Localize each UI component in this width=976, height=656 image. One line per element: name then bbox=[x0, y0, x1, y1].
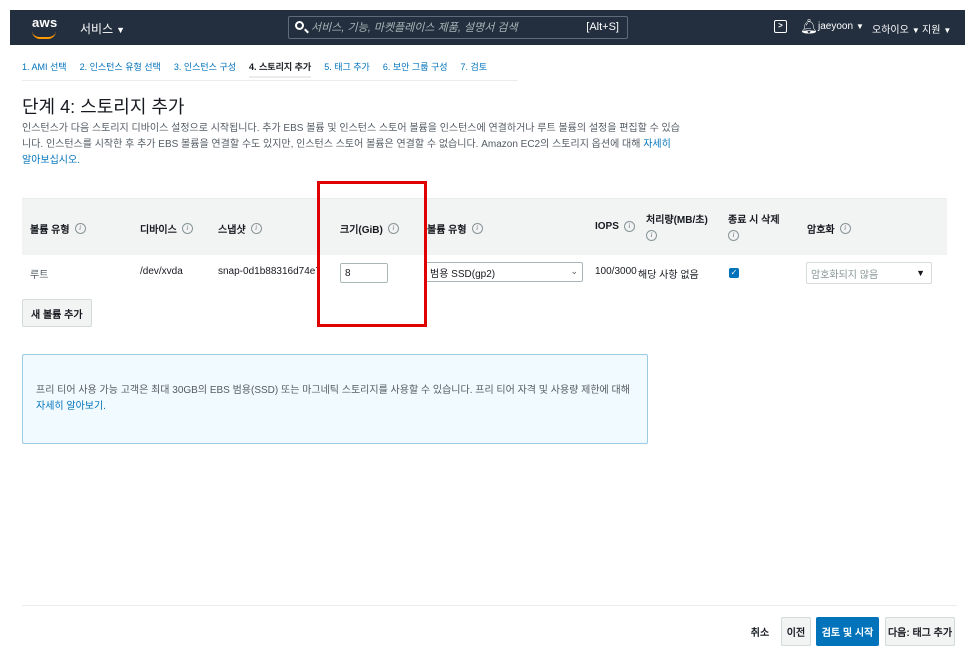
col-size: 크기(GiB) i bbox=[340, 221, 399, 236]
user-label: jaeyoon bbox=[818, 21, 854, 32]
info-icon[interactable]: i bbox=[387, 223, 399, 234]
info-icon[interactable]: i bbox=[646, 230, 657, 241]
col-throughput-label: 처리량(MB/초) bbox=[646, 215, 708, 226]
search-box[interactable]: [Alt+S] bbox=[288, 16, 628, 39]
wizard-steps: 1. AMI 선택 2. 인스턴스 유형 선택 3. 인스턴스 구성 4. 스토… bbox=[22, 56, 500, 78]
support-menu[interactable]: 지원 ▼ bbox=[922, 21, 951, 36]
page-title: 단계 4: 스토리지 추가 bbox=[22, 97, 185, 117]
step-security-group[interactable]: 6. 보안 그룹 구성 bbox=[383, 56, 448, 78]
col-snapshot-label: 스냅샷 bbox=[218, 225, 246, 236]
caret-down-icon: ▼ bbox=[916, 268, 925, 278]
col-device: 디바이스 i bbox=[140, 221, 193, 236]
size-input[interactable] bbox=[340, 263, 388, 283]
next-add-tags-button[interactable]: 다음: 태그 추가 bbox=[885, 617, 955, 646]
cell-volume-type: 루트 bbox=[30, 270, 49, 281]
col-throughput: 처리량(MB/초) i bbox=[646, 211, 708, 241]
step-ami[interactable]: 1. AMI 선택 bbox=[22, 56, 67, 78]
col-volume-type-label: 볼륨 유형 bbox=[30, 225, 70, 236]
services-menu[interactable]: 서비스 ▼ bbox=[80, 20, 125, 37]
info-icon[interactable]: i bbox=[181, 223, 193, 234]
cloudshell-icon[interactable]: > bbox=[774, 20, 787, 33]
previous-button[interactable]: 이전 bbox=[781, 617, 811, 646]
cancel-button[interactable]: 취소 bbox=[745, 617, 775, 646]
delete-on-termination-checkbox[interactable]: ✓ bbox=[729, 268, 739, 278]
volume-type-select[interactable]: 범용 SSD(gp2) ⌄ bbox=[425, 262, 583, 282]
top-nav-bar: aws 서비스▼ [Alt+S] > 🔔︎ jaeyoon▼ 오하이오▼ 지원▼ bbox=[10, 10, 965, 45]
aws-logo[interactable]: aws bbox=[32, 15, 58, 39]
col-delete-label: 종료 시 삭제 bbox=[728, 215, 780, 226]
col-snapshot: 스냅샷 i bbox=[218, 221, 262, 236]
step-add-storage[interactable]: 4. 스토리지 추가 bbox=[249, 56, 312, 78]
col-encryption: 암호화 i bbox=[807, 221, 851, 236]
step-configure-instance[interactable]: 3. 인스턴스 구성 bbox=[174, 56, 236, 78]
info-icon[interactable]: i bbox=[728, 230, 739, 241]
info-icon[interactable]: i bbox=[74, 223, 86, 234]
col-delete-on-termination: 종료 시 삭제 i bbox=[728, 211, 780, 241]
cell-device: /dev/xvda bbox=[140, 266, 183, 277]
region-label: 오하이오 bbox=[872, 25, 909, 36]
services-label: 서비스 bbox=[80, 22, 114, 36]
step-instance-type[interactable]: 2. 인스턴스 유형 선택 bbox=[80, 56, 161, 78]
cell-snapshot: snap-0d1b88316d74e777 bbox=[218, 266, 318, 277]
info-icon[interactable]: i bbox=[471, 223, 483, 234]
col-ebs-type: 볼륨 유형 i bbox=[427, 221, 483, 236]
col-iops: IOPS i bbox=[595, 221, 635, 232]
bell-icon[interactable]: 🔔︎ bbox=[800, 18, 818, 35]
caret-down-icon: ▼ bbox=[911, 26, 920, 35]
storage-table-header: 볼륨 유형 i 디바이스 i 스냅샷 i 크기(GiB) i 볼륨 유형 i IOPS i … bbox=[22, 198, 947, 255]
info-icon[interactable]: i bbox=[839, 223, 851, 234]
chevron-down-icon: ⌄ bbox=[570, 266, 578, 276]
volume-type-value: 범용 SSD(gp2) bbox=[430, 268, 496, 280]
info-icon[interactable]: i bbox=[623, 221, 635, 232]
col-size-label: 크기(GiB) bbox=[340, 225, 383, 236]
step-review[interactable]: 7. 검토 bbox=[461, 56, 488, 78]
search-shortcut: [Alt+S] bbox=[586, 21, 619, 33]
free-tier-learn-more-link[interactable]: 자세히 알아보기. bbox=[36, 401, 106, 412]
region-menu[interactable]: 오하이오 ▼ bbox=[872, 21, 920, 36]
support-label: 지원 bbox=[922, 25, 941, 36]
search-icon bbox=[295, 21, 304, 30]
info-text: 프리 티어 사용 가능 고객은 최대 30GB의 EBS 범용(SSD) 또는 … bbox=[36, 385, 630, 396]
col-iops-label: IOPS bbox=[595, 221, 619, 232]
step-add-tags[interactable]: 5. 태그 추가 bbox=[324, 56, 370, 78]
review-and-launch-button[interactable]: 검토 및 시작 bbox=[816, 617, 879, 646]
steps-divider bbox=[22, 80, 518, 81]
cell-throughput: 해당 사항 없음 bbox=[638, 270, 699, 281]
user-menu[interactable]: jaeyoon ▼ bbox=[818, 21, 864, 32]
description-text: 인스턴스가 다음 스토리지 디바이스 설정으로 시작됩니다. 추가 EBS 볼륨… bbox=[22, 123, 680, 150]
aws-smile-icon bbox=[32, 31, 56, 39]
add-volume-button[interactable]: 새 볼륨 추가 bbox=[22, 299, 92, 327]
col-volume-type: 볼륨 유형 i bbox=[30, 221, 86, 236]
footer-divider bbox=[22, 605, 957, 606]
encryption-value: 암호화되지 않음 bbox=[811, 269, 879, 281]
col-ebs-type-label: 볼륨 유형 bbox=[427, 225, 467, 236]
encryption-select[interactable]: 암호화되지 않음 ▼ bbox=[806, 262, 932, 284]
cell-iops: 100/3000 bbox=[595, 266, 637, 277]
free-tier-info-panel: 프리 티어 사용 가능 고객은 최대 30GB의 EBS 범용(SSD) 또는 … bbox=[22, 354, 648, 444]
aws-logo-text: aws bbox=[32, 15, 58, 30]
col-encryption-label: 암호화 bbox=[807, 225, 835, 236]
caret-down-icon: ▼ bbox=[116, 25, 126, 35]
page-description: 인스턴스가 다음 스토리지 디바이스 설정으로 시작됩니다. 추가 EBS 볼륨… bbox=[22, 121, 682, 169]
search-input[interactable] bbox=[311, 18, 571, 37]
caret-down-icon: ▼ bbox=[943, 26, 952, 35]
free-tier-info-text: 프리 티어 사용 가능 고객은 최대 30GB의 EBS 범용(SSD) 또는 … bbox=[36, 383, 636, 415]
col-device-label: 디바이스 bbox=[140, 225, 177, 236]
info-icon[interactable]: i bbox=[250, 223, 262, 234]
caret-down-icon: ▼ bbox=[856, 22, 864, 31]
